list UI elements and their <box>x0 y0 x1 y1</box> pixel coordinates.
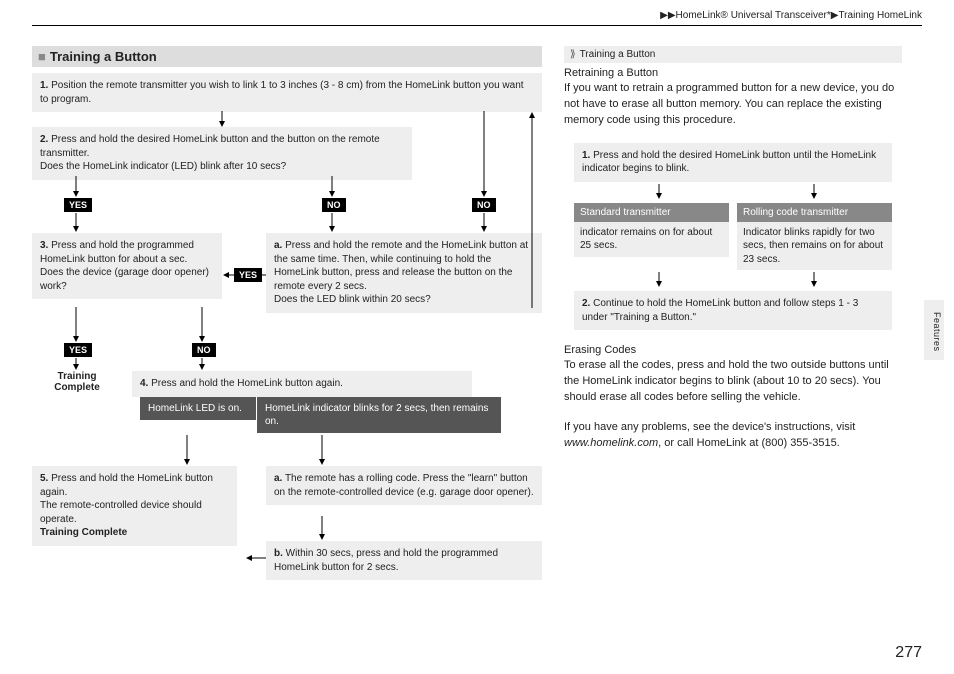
step-5-box: 5. Press and hold the HomeLink button ag… <box>32 466 237 546</box>
step-1-box: 1. Position the remote transmitter you w… <box>32 73 542 112</box>
rolling-transmitter-text: Indicator blinks rapidly for two secs, t… <box>737 222 892 271</box>
step-a-question: Does the LED blink within 20 secs? <box>274 294 431 305</box>
step-3-text-a: Press and hold the programmed HomeLink b… <box>40 240 194 265</box>
step-5-text-b: The remote-controlled device should oper… <box>40 500 202 525</box>
step-5-training-complete: Training Complete <box>40 527 127 538</box>
flowchart: ■ Training a Button 1. Position the remot… <box>32 46 542 603</box>
breadcrumb-seg2: Training HomeLink <box>838 10 922 21</box>
right-heading-bar: ⟫ Training a Button <box>564 46 902 63</box>
rolling-a-box: a. The remote has a rolling code. Press … <box>266 466 542 505</box>
step-4-box: 4. Press and hold the HomeLink button ag… <box>132 371 472 397</box>
step-1-num: 1. <box>40 80 48 91</box>
rolling-b-box: b. Within 30 secs, press and hold the pr… <box>266 541 542 580</box>
retrain-heading: Retraining a Button <box>564 67 902 79</box>
step-5-text-a: Press and hold the HomeLink button again… <box>40 473 213 498</box>
heading-square-icon: ■ <box>38 49 46 64</box>
retrain-paragraph: If you want to retrain a programmed butt… <box>564 81 902 129</box>
step-a-text: Press and hold the remote and the HomeLi… <box>274 240 528 292</box>
step-5-num: 5. <box>40 473 48 484</box>
no-badge-2: NO <box>192 343 216 357</box>
side-content: ⟫ Training a Button Retraining a Button I… <box>564 46 902 603</box>
heading-text: Training a Button <box>50 49 157 64</box>
rolling-a-num: a. <box>274 473 282 484</box>
help-url: www.homelink.com <box>564 437 658 449</box>
yes-badge-mid: YES <box>234 268 262 282</box>
right-step-2-num: 2. <box>582 298 590 309</box>
step-3-num: 3. <box>40 240 48 251</box>
standard-transmitter-text: indicator remains on for about 25 secs. <box>574 222 729 257</box>
step-3-box: 3. Press and hold the programmed HomeLin… <box>32 233 222 299</box>
side-tab-label: Features <box>932 312 942 352</box>
page-number: 277 <box>895 644 922 662</box>
rolling-transmitter-heading: Rolling code transmitter <box>737 203 892 222</box>
right-step-1-box: 1. Press and hold the desired HomeLink b… <box>574 143 892 182</box>
erase-heading: Erasing Codes <box>564 344 902 356</box>
rolling-transmitter-box: Rolling code transmitter Indicator blink… <box>737 203 892 271</box>
step-3-text-b: Does the device (garage door opener) wor… <box>40 267 209 292</box>
rolling-b-num: b. <box>274 548 283 559</box>
yes-badge-1: YES <box>64 198 92 212</box>
breadcrumb-prefix: ▶▶ <box>660 10 675 21</box>
step-2-num: 2. <box>40 134 48 145</box>
led-blink-box: HomeLink indicator blinks for 2 secs, th… <box>257 397 501 433</box>
training-complete-1: Training Complete <box>42 371 112 393</box>
step-2-text-a: Press and hold the desired HomeLink butt… <box>40 134 380 159</box>
step-1-text: Position the remote transmitter you wish… <box>40 80 524 105</box>
standard-transmitter-box: Standard transmitter indicator remains o… <box>574 203 729 271</box>
yes-badge-2: YES <box>64 343 92 357</box>
rolling-b-text: Within 30 secs, press and hold the progr… <box>274 548 498 573</box>
right-arrows-1 <box>564 182 902 200</box>
rolling-a-text: The remote has a rolling code. Press the… <box>274 473 534 498</box>
help-text-b: , or call HomeLink at (800) 355-3515. <box>658 437 840 449</box>
step-2-box: 2. Press and hold the desired HomeLink b… <box>32 127 412 180</box>
step-a-box: a. Press and hold the remote and the Hom… <box>266 233 542 313</box>
step-4-text: Press and hold the HomeLink button again… <box>151 378 343 389</box>
step-4-num: 4. <box>140 378 148 389</box>
led-on-box: HomeLink LED is on. <box>140 397 256 420</box>
right-step-2-text: Continue to hold the HomeLink button and… <box>582 298 858 323</box>
breadcrumb-seg1: HomeLink® Universal Transceiver* <box>676 10 831 21</box>
right-step-1-text: Press and hold the desired HomeLink butt… <box>582 150 876 175</box>
no-badge-1: NO <box>322 198 346 212</box>
step-a-num: a. <box>274 240 282 251</box>
section-heading: ■ Training a Button <box>32 46 542 67</box>
right-step-2-box: 2. Continue to hold the HomeLink button … <box>574 291 892 330</box>
help-text-a: If you have any problems, see the device… <box>564 421 855 433</box>
right-step-1-num: 1. <box>582 150 590 161</box>
no-badge-1b: NO <box>472 198 496 212</box>
right-heading-text: Training a Button <box>580 49 656 60</box>
right-arrows-2 <box>564 270 902 288</box>
erase-paragraph: To erase all the codes, press and hold t… <box>564 358 902 406</box>
right-heading-icon: ⟫ <box>570 49 576 60</box>
help-paragraph: If you have any problems, see the device… <box>564 420 902 452</box>
standard-transmitter-heading: Standard transmitter <box>574 203 729 222</box>
step-2-text-b: Does the HomeLink indicator (LED) blink … <box>40 161 286 172</box>
breadcrumb: ▶▶HomeLink® Universal Transceiver*▶Train… <box>32 10 922 26</box>
